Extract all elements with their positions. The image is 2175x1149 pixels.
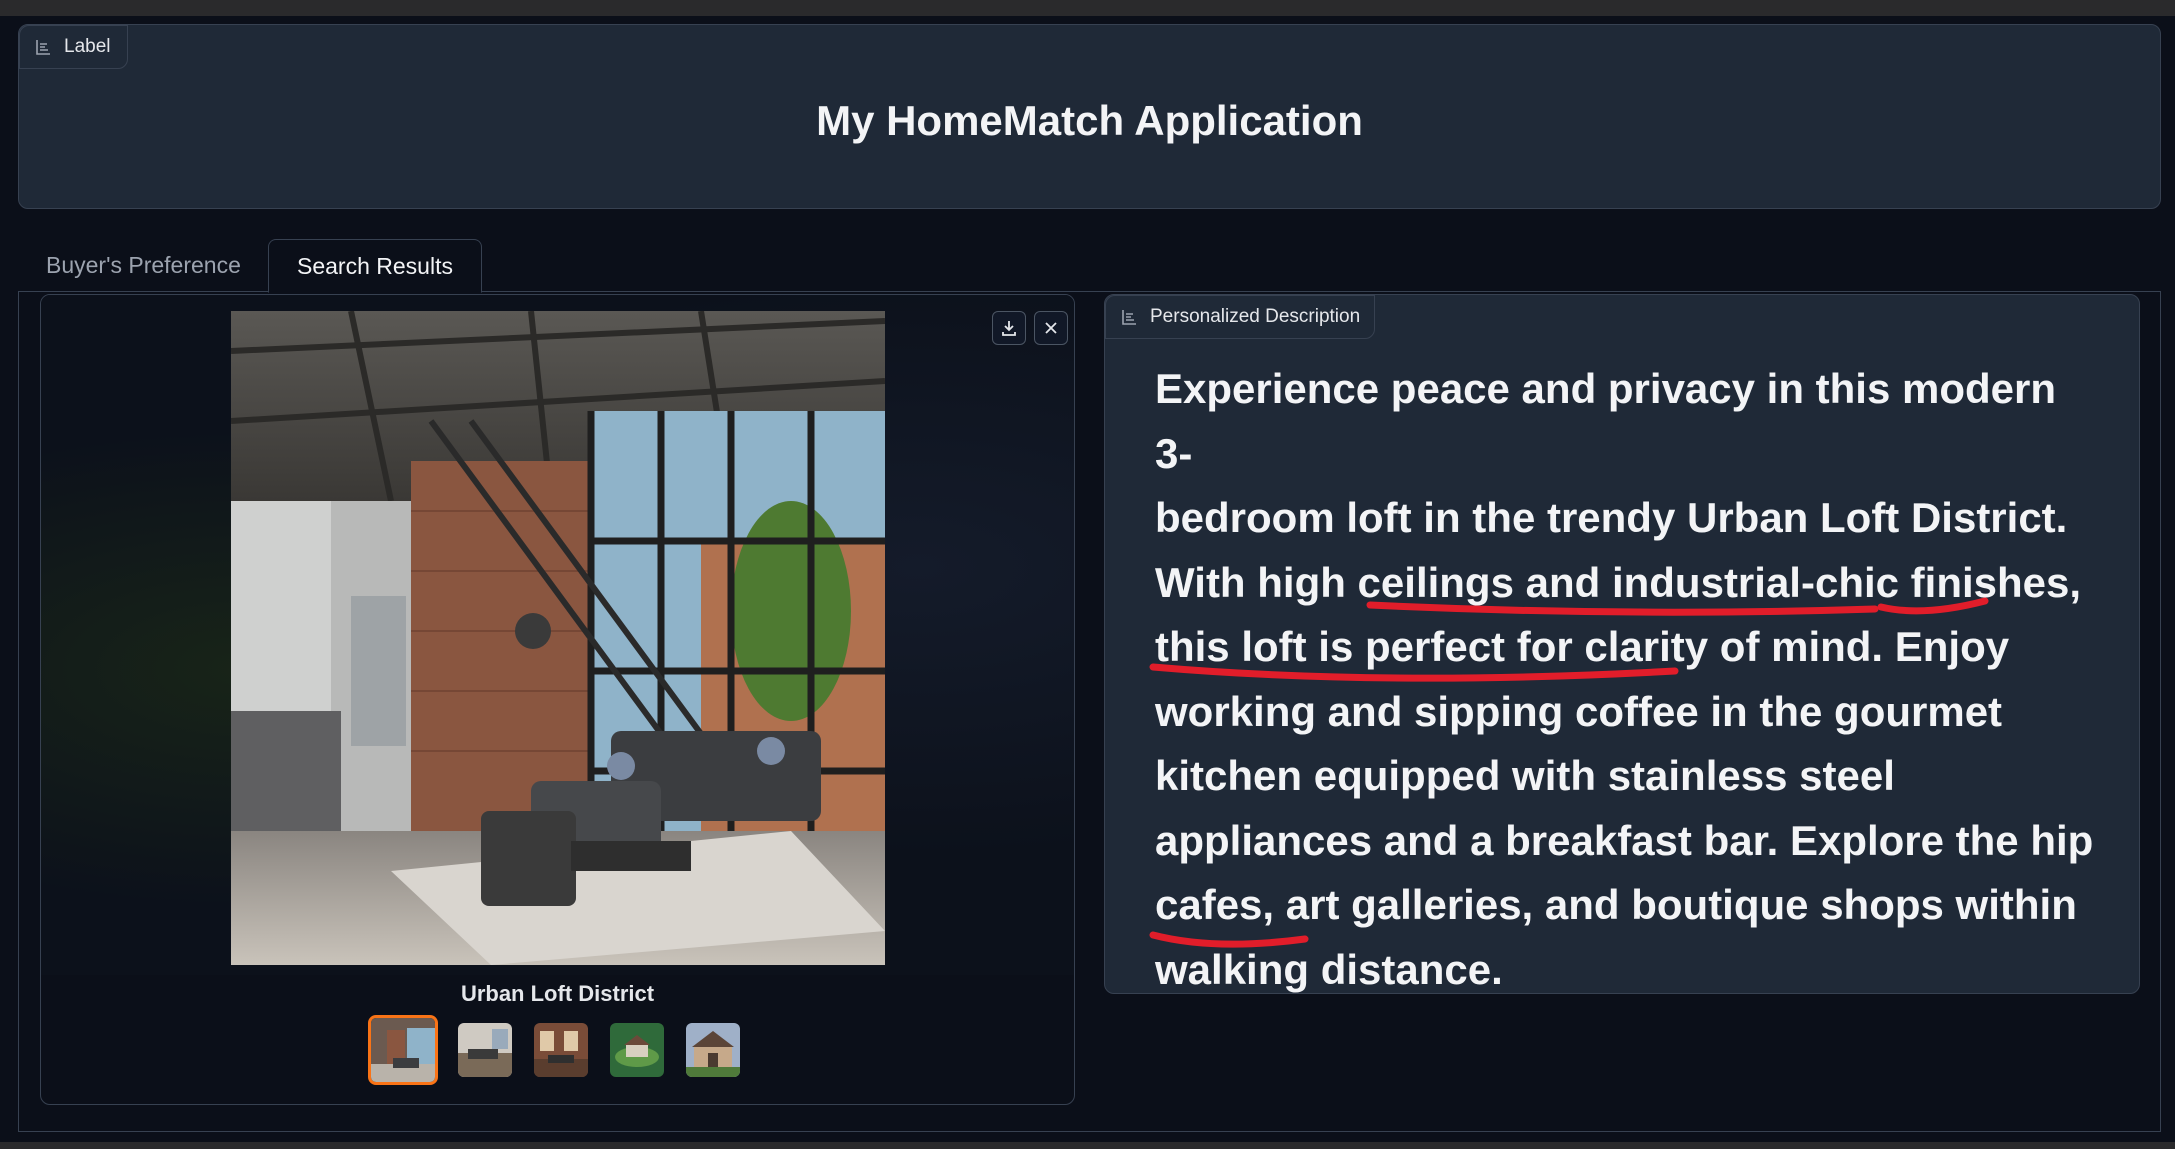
description-line: cafes, art galleries, and boutique shops… — [1155, 881, 2077, 928]
description-line: With high ceilings and industrial-chic f… — [1155, 558, 2082, 606]
description-line: appliances and a breakfast bar. Explore … — [1155, 816, 2094, 864]
description-label-text: Personalized Description — [1150, 306, 1361, 327]
thumbnail-3[interactable] — [532, 1021, 590, 1079]
tab-search-results[interactable]: Search Results — [268, 239, 482, 293]
download-icon — [1002, 321, 1016, 336]
image-caption: Urban Loft District — [460, 981, 655, 1006]
page-title: My HomeMatch Application — [816, 97, 1363, 144]
thumbnail-2[interactable] — [456, 1021, 514, 1079]
description-label-chip: Personalized Description — [1105, 295, 1376, 339]
description-line: kitchen equipped with stainless steel — [1155, 752, 1895, 799]
main-property-photo[interactable] — [231, 311, 885, 965]
tab-bar: Buyer's Preference Search Results — [18, 239, 2161, 293]
personalized-description: Experience peace and privacy in this mod… — [1155, 357, 2095, 1002]
close-icon — [1045, 322, 1057, 334]
thumbnail-4[interactable] — [608, 1021, 666, 1079]
description-line: working and sipping coffee in the gourme… — [1155, 687, 2003, 735]
label-chip: Label — [19, 25, 128, 69]
description-line: this loft is perfect for clarity of mind… — [1155, 623, 2010, 670]
label-chip-text: Label — [64, 36, 111, 57]
thumbnail-strip — [368, 1015, 742, 1085]
thumbnail-5[interactable] — [684, 1021, 742, 1079]
description-line: walking distance. — [1155, 945, 1503, 993]
description-panel: Personalized Description Experience peac… — [1104, 294, 2140, 994]
label-icon — [36, 40, 50, 55]
description-line: Experience peace and privacy in this mod… — [1155, 365, 2057, 477]
download-button[interactable] — [992, 311, 1026, 345]
image-gallery: Urban Loft District — [40, 294, 1075, 1105]
close-button[interactable] — [1034, 311, 1068, 345]
header-panel: Label My HomeMatch Application — [18, 24, 2161, 209]
tab-buyers-preference[interactable]: Buyer's Preference — [18, 239, 269, 292]
description-line: bedroom loft in the trendy Urban Loft Di… — [1155, 494, 2068, 541]
thumbnail-1[interactable] — [368, 1015, 438, 1085]
label-icon — [1122, 310, 1136, 325]
